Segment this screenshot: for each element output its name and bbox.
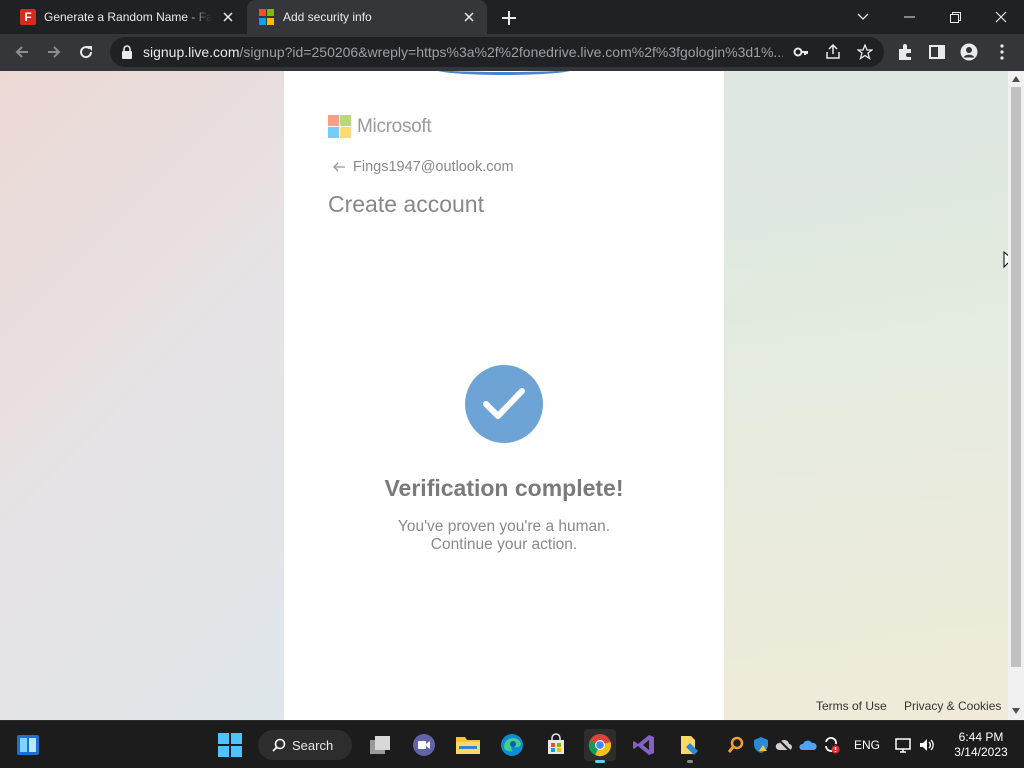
scroll-up-icon[interactable] [1012,76,1020,82]
cloud-offline-icon[interactable] [775,736,793,754]
side-panel-icon[interactable] [928,43,946,61]
chat-icon [413,734,435,756]
reload-button[interactable] [72,38,100,66]
scroll-down-icon[interactable] [1012,708,1020,714]
loading-arc [434,71,574,75]
chrome-button[interactable] [584,729,616,763]
bookmark-star-icon[interactable] [857,44,873,60]
minimize-icon [903,16,915,18]
privacy-cookies-link[interactable]: Privacy & Cookies [904,699,1001,713]
page-title: Create account [328,191,484,217]
browser-tab-strip: F Generate a Random Name - Fake Name Gen… [0,0,1024,34]
profile-avatar-icon[interactable] [960,43,978,61]
search-magnifier-tray-icon[interactable] [727,736,745,754]
file-folder-icon [681,736,698,755]
web-page: Microsoft Fings1947@outlook.com Create a… [0,71,1008,720]
back-button[interactable] [8,38,36,66]
browser-toolbar: signup.live.com/signup?id=250206&wreply=… [0,34,1024,71]
url-host: signup.live.com [143,44,240,60]
widgets-icon [17,735,39,755]
clock-date: 3/14/2023 [954,745,1008,759]
scroll-thumb[interactable] [1011,87,1021,667]
running-indicator [687,760,693,763]
plus-icon [502,11,516,25]
onedrive-icon[interactable] [799,736,817,754]
back-to-email-link[interactable]: Fings1947@outlook.com [332,159,514,175]
microsoft-store-button[interactable] [540,729,572,761]
share-icon[interactable] [825,44,841,60]
network-icon[interactable] [894,736,912,754]
start-button[interactable] [214,729,246,761]
address-bar[interactable]: signup.live.com/signup?id=250206&wreply=… [110,37,884,67]
verification-line-2: Continue your action. [430,536,578,553]
lock-icon[interactable] [120,45,134,59]
new-tab-button[interactable] [498,7,520,29]
edge-button[interactable] [496,729,528,761]
visual-studio-button[interactable] [628,729,660,761]
verification-title: Verification complete! [384,475,624,501]
file-manager-button[interactable] [674,729,706,763]
tab-title: Generate a Random Name - Fake Name Gener… [44,10,212,24]
windows-taskbar: Search ENG 6:44 PM 3/14/2023 [0,720,1024,768]
active-indicator [595,760,605,763]
close-tab-icon[interactable] [459,7,479,27]
tab-search-button[interactable] [840,0,886,34]
clock-time: 6:44 PM [958,730,1004,744]
arrow-left-icon [15,46,28,58]
tab-title: Add security info [283,10,372,24]
arrow-right-icon [48,46,61,58]
microsoft-logo-icon [328,115,351,138]
widgets-button[interactable] [12,729,44,761]
fake-name-generator-icon: F [20,9,36,25]
search-icon [272,738,286,752]
volume-icon[interactable] [918,736,936,754]
search-label: Search [292,737,334,753]
restore-icon [949,11,961,23]
restore-button[interactable] [932,0,978,34]
visual-studio-icon [633,735,654,755]
signup-card: Microsoft Fings1947@outlook.com Create a… [284,71,724,720]
folder-icon [456,737,480,754]
minimize-button[interactable] [886,0,932,34]
close-window-button[interactable] [978,0,1024,34]
windows-logo-icon [218,733,242,757]
tab-fake-name-generator[interactable]: F Generate a Random Name - Fake Name Gen… [8,0,246,34]
close-icon [995,11,1007,23]
language-indicator[interactable]: ENG [854,738,880,752]
url-text: signup.live.com/signup?id=250206&wreply=… [143,44,783,60]
account-email: Fings1947@outlook.com [353,159,514,175]
microsoft-icon [259,9,275,25]
verification-line-1: You've proven you're a human. [397,518,611,535]
terms-of-use-link[interactable]: Terms of Use [816,699,887,713]
task-view-icon [370,736,390,754]
file-explorer-button[interactable] [452,729,484,761]
page-scrollbar[interactable] [1008,71,1024,720]
background-tint [718,71,1008,720]
close-tab-icon[interactable] [218,7,238,27]
security-shield-icon[interactable] [752,736,770,754]
extensions-puzzle-icon[interactable] [896,43,914,61]
checkmark-circle-icon [465,365,543,443]
chrome-icon [588,734,611,757]
chevron-down-icon [857,13,869,20]
key-icon[interactable] [793,44,809,60]
task-view-button[interactable] [364,729,396,761]
checkmark-icon [483,388,525,419]
microsoft-logo: Microsoft [328,115,432,138]
verification-message: You've proven you're a human. Continue y… [284,518,724,554]
taskbar-clock[interactable]: 6:44 PM 3/14/2023 [948,730,1014,760]
reload-icon [80,46,93,59]
forward-button[interactable] [40,38,68,66]
back-arrow-icon [333,162,345,172]
more-menu-icon[interactable] [993,43,1011,61]
tab-add-security-info[interactable]: Add security info [247,0,487,34]
microsoft-wordmark: Microsoft [357,115,432,137]
teams-chat-button[interactable] [408,729,440,761]
sync-error-icon[interactable] [822,736,840,754]
url-path: /signup?id=250206&wreply=https%3a%2f%2fo… [239,44,784,60]
taskbar-search[interactable]: Search [258,730,352,760]
store-icon [548,733,564,754]
edge-icon [501,734,523,756]
